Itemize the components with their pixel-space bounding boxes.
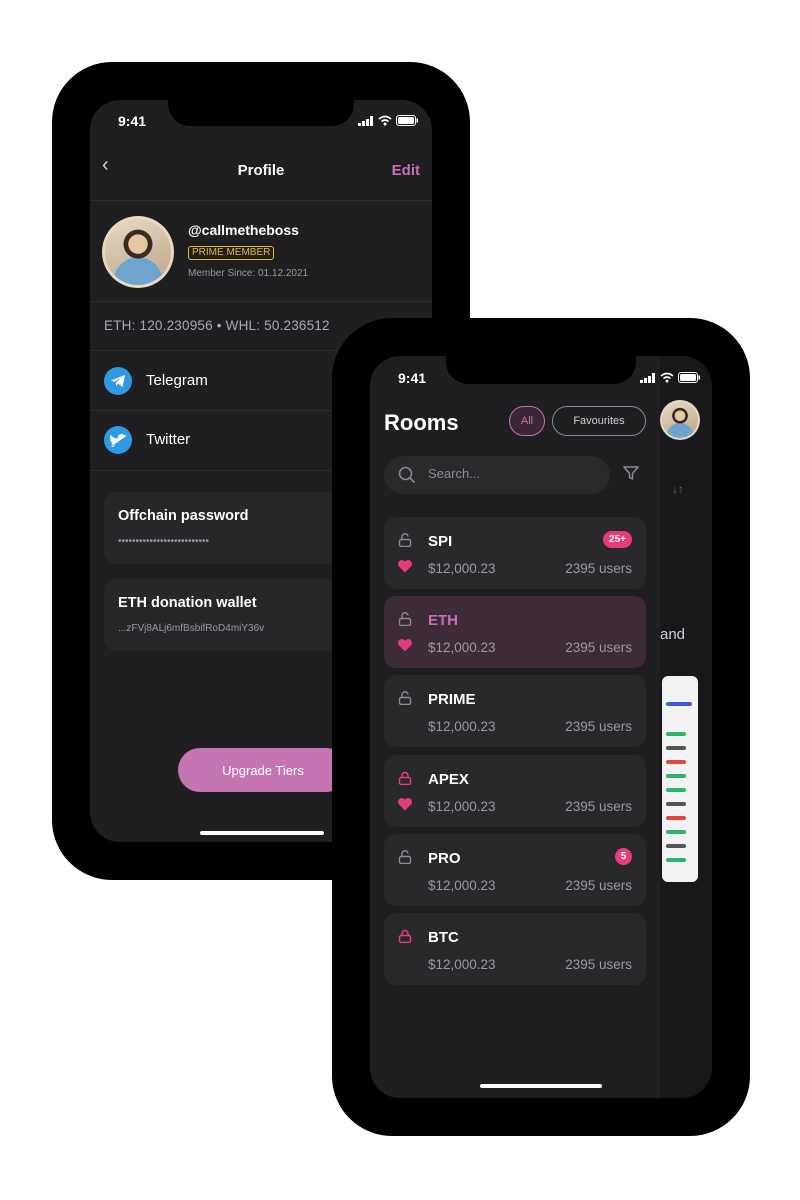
side-panel-thumbnail <box>662 676 698 882</box>
room-price: $12,000.23 <box>428 719 496 734</box>
status-time: 9:41 <box>118 113 147 129</box>
heart-icon[interactable] <box>397 559 413 573</box>
search-icon <box>398 466 416 484</box>
avatar[interactable] <box>105 219 171 285</box>
room-name: APEX <box>428 771 469 788</box>
room-name: SPI <box>428 533 453 550</box>
room-price: $12,000.23 <box>428 957 496 972</box>
search-input[interactable] <box>428 466 598 481</box>
filter-chip-favourites[interactable]: Favourites <box>552 406 646 436</box>
filter-chip-all[interactable]: All <box>509 406 545 436</box>
search-bar <box>384 456 610 494</box>
wallet-address: ...zFVj8ALj6mfBsbifRoD4miY36v <box>118 623 265 634</box>
card-title: Offchain password <box>118 508 249 524</box>
room-price: $12,000.23 <box>428 799 496 814</box>
upgrade-tiers-button[interactable]: Upgrade Tiers <box>178 748 348 792</box>
room-name: ETH <box>428 612 458 629</box>
page-title: Profile <box>237 162 285 179</box>
lock-open-icon <box>398 612 412 626</box>
card-title: ETH donation wallet <box>118 595 257 611</box>
thumbnail-line <box>666 844 686 848</box>
room-users: 2395 users <box>565 719 632 734</box>
rooms-screen: ↓↑ and 9:41 Rooms All Favourites Search.… <box>370 356 712 1098</box>
social-label: Twitter <box>146 431 191 448</box>
room-card[interactable]: SPI 25+ $12,000.23 2395 users <box>384 517 646 589</box>
username: @callmetheboss <box>188 222 299 238</box>
telegram-icon <box>104 367 132 395</box>
twitter-icon <box>104 426 132 454</box>
lock-open-icon <box>398 850 412 864</box>
room-card-selected[interactable]: ETH $12,000.23 2395 users <box>384 596 646 668</box>
social-label: Telegram <box>146 372 208 389</box>
room-count-badge: 5 <box>615 848 632 865</box>
room-users: 2395 users <box>565 957 632 972</box>
room-card[interactable]: BTC $12,000.23 2395 users <box>384 913 646 985</box>
room-card[interactable]: APEX $12,000.23 2395 users <box>384 755 646 827</box>
room-users: 2395 users <box>565 561 632 576</box>
room-price: $12,000.23 <box>428 640 496 655</box>
page-title: Rooms <box>384 410 459 435</box>
wifi-icon <box>378 115 392 126</box>
thumbnail-line <box>666 746 686 750</box>
prime-member-badge: PRIME MEMBER <box>188 246 275 260</box>
battery-icon <box>396 115 418 126</box>
side-panel-text: and <box>660 626 686 643</box>
profile-nav-bar: ‹ Profile Edit <box>90 146 432 196</box>
filter-icon[interactable] <box>622 464 640 482</box>
member-since-text: Member Since: 01.12.2021 <box>188 268 309 279</box>
room-users: 2395 users <box>565 799 632 814</box>
thumbnail-line <box>666 760 686 764</box>
room-users: 2395 users <box>565 640 632 655</box>
rooms-phone-frame: ↓↑ and 9:41 Rooms All Favourites Search.… <box>332 318 750 1136</box>
divider <box>90 301 432 302</box>
edit-button[interactable]: Edit <box>392 162 420 179</box>
heart-icon[interactable] <box>397 638 413 652</box>
thumbnail-line <box>666 702 692 706</box>
room-price: $12,000.23 <box>428 561 496 576</box>
lock-open-icon <box>398 533 412 547</box>
thumbnail-line <box>666 732 686 736</box>
room-card[interactable]: PRIME $12,000.23 2395 users <box>384 675 646 747</box>
password-value: •••••••••••••••••••••••••• <box>118 536 210 547</box>
thumbnail-line <box>666 802 686 806</box>
status-icons <box>358 115 418 126</box>
room-users: 2395 users <box>565 878 632 893</box>
lock-open-icon <box>398 691 412 705</box>
status-icons <box>640 372 700 383</box>
room-name: BTC <box>428 929 459 946</box>
sort-icon: ↓↑ <box>672 482 684 496</box>
lock-closed-icon <box>398 771 412 785</box>
room-name: PRIME <box>428 691 476 708</box>
room-name: PRO <box>428 850 461 867</box>
thumbnail-line <box>666 774 686 778</box>
heart-icon[interactable] <box>397 797 413 811</box>
room-count-badge: 25+ <box>603 531 632 548</box>
home-indicator <box>480 1084 602 1088</box>
signal-icon <box>640 372 655 383</box>
thumbnail-line <box>666 830 686 834</box>
avatar[interactable] <box>662 402 698 438</box>
room-price: $12,000.23 <box>428 878 496 893</box>
signal-icon <box>358 115 373 126</box>
thumbnail-line <box>666 858 686 862</box>
notch <box>168 100 354 126</box>
battery-icon <box>678 372 700 383</box>
home-indicator <box>200 831 324 835</box>
divider <box>90 200 432 201</box>
thumbnail-line <box>666 788 686 792</box>
notch <box>446 356 636 384</box>
wallet-balance: ETH: 120.230956 • WHL: 50.236512 <box>104 318 330 333</box>
room-card[interactable]: PRO 5 $12,000.23 2395 users <box>384 834 646 906</box>
wifi-icon <box>660 372 674 383</box>
lock-closed-icon <box>398 929 412 943</box>
thumbnail-line <box>666 816 686 820</box>
status-time: 9:41 <box>398 370 427 386</box>
